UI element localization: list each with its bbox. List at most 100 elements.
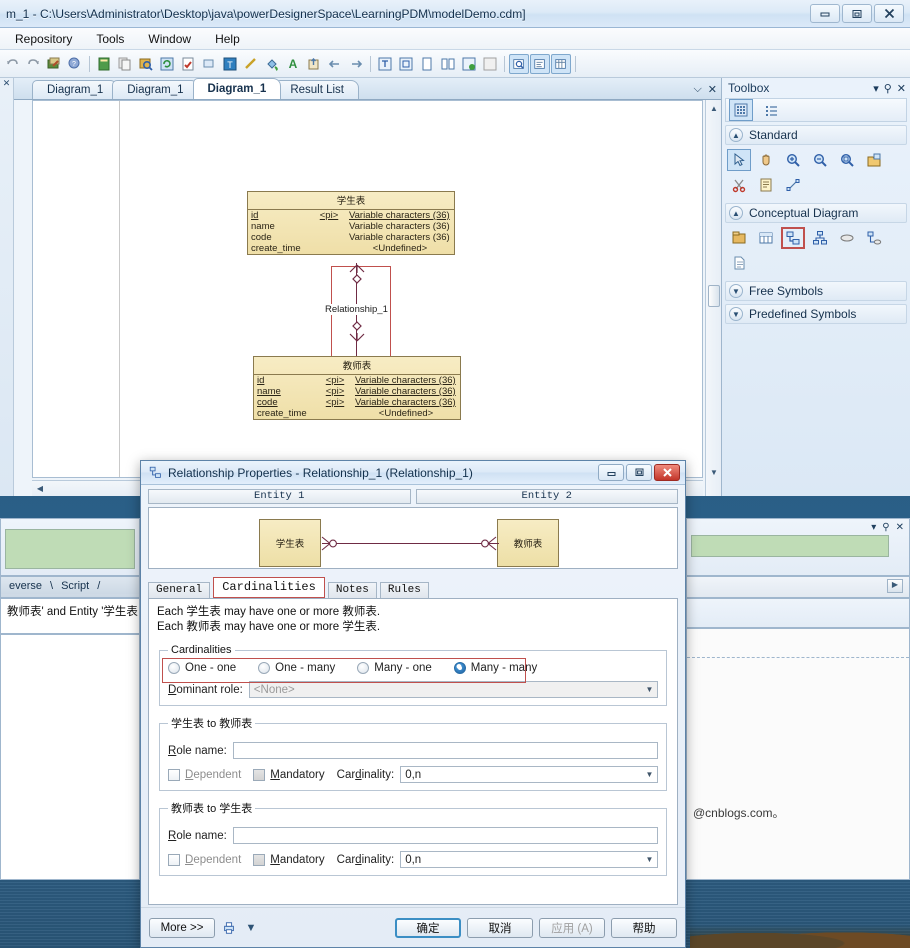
align-left-icon[interactable] [325,54,345,74]
tabstrip-close-icon[interactable]: ✕ [708,83,717,96]
dialog-maximize-button[interactable] [626,464,652,481]
dialog-minimize-button[interactable] [598,464,624,481]
zoom-page-icon[interactable] [375,54,395,74]
window-close-button[interactable] [874,4,904,23]
open-package-icon[interactable] [862,149,886,171]
link-icon[interactable] [781,174,805,196]
help-pointer-icon[interactable]: ? [65,54,85,74]
check-model-icon[interactable] [178,54,198,74]
zoom-in-icon[interactable] [781,149,805,171]
scroll-down-arrow-icon[interactable]: ▼ [706,464,722,480]
grid-view-icon[interactable] [729,99,753,121]
undo-icon[interactable] [2,54,22,74]
more-button[interactable]: More >> [149,917,215,938]
menu-item-window[interactable]: Window [145,30,194,48]
dialog-close-button[interactable] [654,464,680,481]
package-icon[interactable] [727,227,751,249]
ok-button[interactable]: 确定 [395,917,461,938]
new-model-icon[interactable] [94,54,114,74]
text-tool-icon[interactable]: T [220,54,240,74]
output-right-pin-icon[interactable]: ⚲ [882,522,889,533]
inheritance-icon[interactable] [808,227,832,249]
two-page-icon[interactable] [438,54,458,74]
result-list-icon[interactable] [551,53,571,74]
preview-entity-1[interactable]: 学生表 [259,519,321,567]
role-a-mandatory-checkbox[interactable]: Mandatory [253,768,325,781]
apply-button[interactable]: 应用 (A) [539,917,605,938]
note-icon[interactable] [754,174,778,196]
chevron-down-icon[interactable]: ▼ [243,920,259,936]
font-color-icon[interactable]: A [283,54,303,74]
line-icon[interactable] [241,54,261,74]
vertical-scroll-thumb[interactable] [708,285,720,307]
output-tab-reverse[interactable]: everse [1,580,50,592]
radio-many-one[interactable]: Many - one [357,662,432,674]
role-a-name-input[interactable] [232,742,658,759]
menu-item-repository[interactable]: Repository [12,30,75,48]
toolbox-group-free-symbols[interactable]: ▼ Free Symbols [725,281,907,301]
role-b-mandatory-checkbox[interactable]: Mandatory [253,853,325,866]
toolbox-close-icon[interactable]: ✕ [897,82,906,95]
role-b-name-input[interactable] [232,827,658,844]
association-icon[interactable] [835,227,859,249]
diagram-canvas[interactable]: 学生表 id <pi> Variable characters (36) nam… [32,100,703,478]
cancel-button[interactable]: 取消 [467,917,533,938]
scroll-left-arrow-icon[interactable]: ◀ [32,484,48,493]
preview-entity-2[interactable]: 教师表 [497,519,559,567]
output-right-dropdown-icon[interactable]: ▾ [871,522,876,533]
toolbox-pin-icon[interactable]: ⚲ [884,82,892,95]
find-icon[interactable] [136,54,156,74]
tabstrip-dropdown-icon[interactable]: ⌵ [693,83,701,96]
rectangle-icon[interactable] [199,54,219,74]
pointer-icon[interactable] [727,149,751,171]
zoom-grid-icon[interactable] [480,54,500,74]
relationship-icon[interactable] [781,227,805,249]
toolbox-group-predefined-symbols[interactable]: ▼ Predefined Symbols [725,304,907,324]
role-b-cardinality-combo[interactable]: 0,n ▼ [400,851,658,868]
align-right-icon[interactable] [346,54,366,74]
left-strip-close-icon[interactable]: ✕ [0,78,13,89]
radio-one-one[interactable]: One - one [168,662,236,674]
edit-properties-icon[interactable] [44,54,64,74]
diagram-tab-2[interactable]: Diagram_1 [112,80,199,99]
export-icon[interactable] [304,54,324,74]
zoom-out-icon[interactable] [808,149,832,171]
toolbox-dropdown-icon[interactable]: ▾ [873,82,879,95]
role-a-cardinality-combo[interactable]: 0,n ▼ [400,766,658,783]
print-icon[interactable] [221,920,237,936]
radio-one-many[interactable]: One - many [258,662,335,674]
help-button[interactable]: 帮助 [611,917,677,938]
entity-teacher[interactable]: 教师表 id <pi> Variable characters (36) nam… [253,356,461,420]
copy-icon[interactable] [115,54,135,74]
page-icon[interactable] [417,54,437,74]
zoom-area-icon[interactable] [835,149,859,171]
radio-many-many[interactable]: Many - many [453,662,537,674]
dialog-entity2-tab[interactable]: Entity 2 [415,489,678,504]
cut-icon[interactable] [727,174,751,196]
browser-icon[interactable] [509,53,529,74]
list-view-icon[interactable] [759,99,783,121]
dialog-entity1-tab[interactable]: Entity 1 [148,489,411,504]
diagram-tab-result-list[interactable]: Result List [275,80,359,99]
zoom-in-page-icon[interactable] [459,54,479,74]
zoom-fit-icon[interactable] [396,54,416,74]
association-link-icon[interactable] [862,227,886,249]
toolbox-group-standard[interactable]: ▲ Standard [725,125,907,145]
scroll-right-arrow-icon[interactable]: ▶ [887,579,903,593]
output-icon[interactable] [530,53,550,74]
menu-item-tools[interactable]: Tools [93,30,127,48]
toolbox-group-conceptual-diagram[interactable]: ▲ Conceptual Diagram [725,203,907,223]
menu-item-help[interactable]: Help [212,30,243,48]
role-a-dependent-checkbox[interactable]: Dependent [168,768,241,781]
output-panel-right-scrollbars[interactable]: ▶ [686,576,910,598]
tab-rules[interactable]: Rules [379,582,429,598]
diagram-tab-1[interactable]: Diagram_1 [32,80,119,99]
pan-hand-icon[interactable] [754,149,778,171]
window-minimize-button[interactable] [810,4,840,23]
role-b-dependent-checkbox[interactable]: Dependent [168,853,241,866]
refresh-icon[interactable] [157,54,177,74]
diagram-tab-3[interactable]: Diagram_1 [192,78,282,99]
entity-student[interactable]: 学生表 id <pi> Variable characters (36) nam… [247,191,455,255]
file-icon[interactable] [727,252,751,274]
dominant-role-combo[interactable]: <None> ▼ [248,681,658,698]
